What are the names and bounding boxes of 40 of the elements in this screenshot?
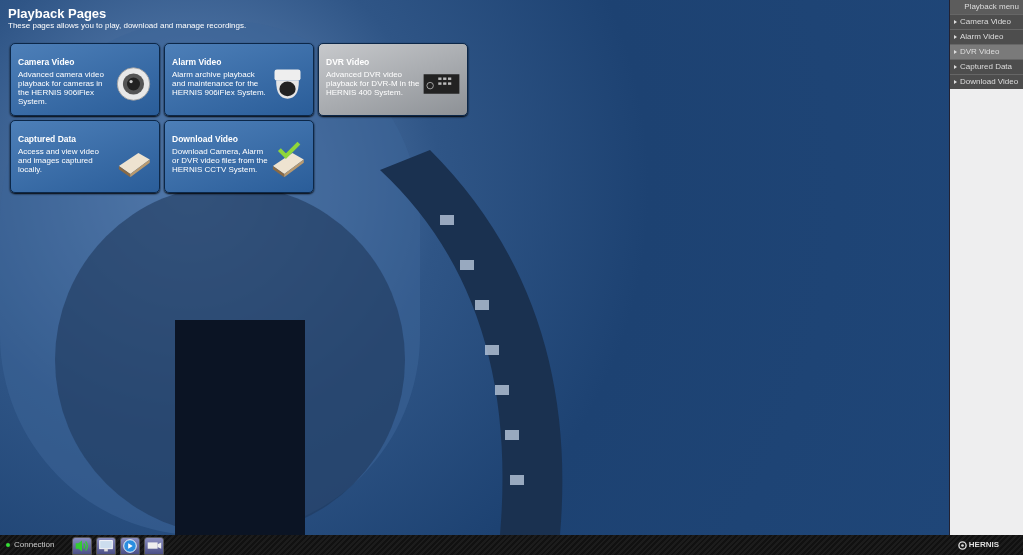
tile-description: Download Camera, Alarm or DVR video files from the HERNIS CCTV System. (172, 147, 268, 174)
menu-item-label: Captured Data (960, 62, 1013, 72)
toolbar-button[interactable] (120, 537, 141, 555)
menu-item[interactable]: Download Video (950, 74, 1023, 89)
menu-item-label: DVR Video (960, 47, 1000, 57)
sidebar-title: Playback menu (950, 0, 1023, 14)
page-title: Playback Pages (8, 6, 108, 21)
tile-description: Advanced camera video playback for cameras in the HERNIS 906iFlex System. (18, 70, 105, 106)
menu-item[interactable]: Captured Data (950, 59, 1023, 74)
brand-logo: HERNIS (968, 539, 999, 551)
menu-item[interactable]: Camera Video (950, 14, 1023, 29)
page-subtitle: These pages allows you to play, download and manage recordings. (8, 21, 248, 31)
tile-title: Alarm Video (172, 57, 223, 68)
menu-item[interactable]: Alarm Video (950, 29, 1023, 44)
tile-description: Access and view video and images captured locally. (18, 147, 100, 174)
triangle-icon (954, 65, 957, 69)
tile-card[interactable]: Captured Data Access and view video and images captured locally. (10, 120, 160, 193)
tile-card[interactable]: Camera Video Advanced camera video playback for cameras in the HERNIS 906iFlex System. (10, 43, 160, 116)
tile-description: Alarm archive playback and maintenance for the HERNIS 906iFlex System. (172, 70, 267, 97)
toolbar-button[interactable] (72, 537, 93, 555)
connection-label: Connection (14, 539, 55, 551)
triangle-icon (954, 80, 957, 84)
logo-icon (957, 540, 967, 550)
toolbar-button[interactable] (96, 537, 117, 555)
tile-title: Camera Video (18, 57, 76, 68)
triangle-icon (954, 50, 957, 54)
triangle-icon (954, 35, 957, 39)
menu-item[interactable]: DVR Video (950, 44, 1023, 59)
triangle-icon (954, 20, 957, 24)
tile-title: Captured Data (18, 134, 78, 145)
tile-card[interactable]: Download Video Download Camera, Alarm or DVR video files from the HERNIS CCTV System. (164, 120, 314, 193)
menu-item-label: Camera Video (960, 17, 1011, 27)
tile-title: DVR Video (326, 57, 371, 68)
toolbar-button[interactable] (144, 537, 165, 555)
menu-item-label: Download Video (960, 77, 1019, 87)
play-icon (121, 537, 140, 555)
menu-item-label: Alarm Video (960, 32, 1004, 42)
tile-card[interactable]: Alarm Video Alarm archive playback and maintenance for the HERNIS 906iFlex System. (164, 43, 314, 116)
tile-description: Advanced DVR video playback for DVR-M in the HERNIS 400 System. (326, 70, 421, 97)
tile-title: Download Video (172, 134, 239, 145)
